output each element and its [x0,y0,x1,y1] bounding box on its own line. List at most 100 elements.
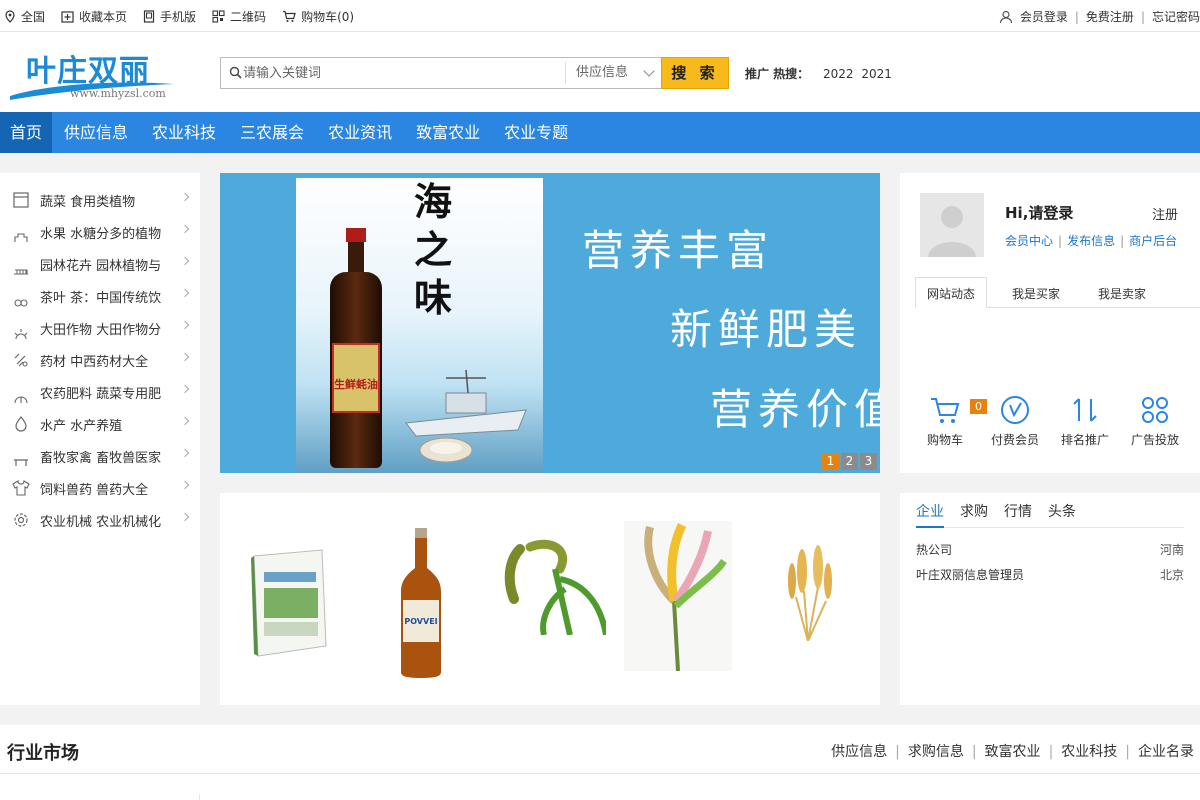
tab-headlines[interactable]: 头条 [1048,501,1076,521]
separator: | [1074,9,1079,24]
tab-purchase[interactable]: 求购 [960,501,988,521]
cart-icon [283,10,296,22]
hot-keyword[interactable]: 2022 [823,67,854,81]
oyster-sauce-bottle: 生鲜蚝油 [326,228,386,470]
book-product-image[interactable] [250,548,330,658]
tab-market-price[interactable]: 行情 [1004,501,1032,521]
nav-item-news[interactable]: 农业资讯 [316,112,404,153]
search-category-select[interactable]: 供应信息 [565,62,661,84]
bookmark-link[interactable]: 收藏本页 [61,8,127,25]
merchant-backend-link[interactable]: 商户后台 [1129,234,1177,248]
chevron-right-icon [180,192,190,202]
tool-vip[interactable]: 付费会员 [980,395,1050,448]
category-item-flowers[interactable]: 园林花卉 园林植物与 [0,247,200,279]
banner-line-3: 营养价值 [710,385,880,434]
user-icon [999,10,1012,23]
shirt-icon [12,480,30,496]
category-label: 水产 水产养殖 [40,419,123,434]
tool-ads[interactable]: 广告投放 [1120,395,1190,448]
banner-calligraphy: 海之味 [414,179,453,320]
category-item-machinery[interactable]: 农业机械 农业机械化 [0,503,200,535]
vip-icon [1001,396,1029,424]
category-item-aquatic[interactable]: 水产 水产养殖 [0,407,200,439]
gear-icon [14,513,28,527]
category-label: 大田作物 大田作物分 [40,323,162,338]
carousel-dot[interactable]: 3 [860,453,877,470]
category-item-tea[interactable]: 茶叶 茶：中国传统饮 [0,279,200,311]
banner-carousel[interactable]: 生鲜蚝油 海之味 营养丰富 新鲜肥美 营养价值 1 2 3 [220,173,880,473]
wheat-product-image[interactable] [768,541,848,641]
chevron-right-icon [180,256,190,266]
list-item[interactable]: 叶庄双丽信息管理员 北京 [916,566,1184,583]
flower-icon [14,269,28,275]
category-item-fruits[interactable]: 水果 水糖分多的植物 [0,215,200,247]
location-link[interactable]: 全国 [4,8,45,25]
millet-product-image[interactable] [500,539,606,635]
category-item-feed[interactable]: 饲料兽药 兽药大全 [0,471,200,503]
category-item-field-crops[interactable]: 大田作物 大田作物分 [0,311,200,343]
separator: | [971,744,977,760]
nav-item-agri-tech[interactable]: 农业科技 [140,112,228,153]
list-item[interactable]: 热公司 河南 [916,541,1184,558]
avatar-placeholder-icon [928,206,976,257]
site-logo[interactable]: 叶庄双丽 www.mhyzsl.com [8,44,178,104]
login-greeting[interactable]: Hi,请登录 [1005,202,1073,223]
chevron-right-icon [180,224,190,234]
bookmark-label: 收藏本页 [79,10,128,24]
category-label: 园林花卉 园林植物与 [40,259,162,274]
category-item-fertilizer[interactable]: 农药肥料 蔬菜专用肥 [0,375,200,407]
category-item-herbs[interactable]: 药材 中西药材大全 [0,343,200,375]
dried-flowers-product-image[interactable] [624,521,732,672]
divider [916,527,1184,528]
market-link-purchase[interactable]: 求购信息 [908,744,964,760]
carousel-dot[interactable]: 2 [841,453,858,470]
market-link-supply[interactable]: 供应信息 [831,744,887,760]
avatar[interactable] [920,193,984,257]
chevron-right-icon [180,512,190,522]
member-center-link[interactable]: 会员中心 [1005,234,1053,248]
carousel-dot[interactable]: 1 [822,453,839,470]
search-button[interactable]: 搜 索 [661,57,729,89]
tool-rank[interactable]: 排名推广 [1050,395,1120,448]
hot-search: 推广 热搜： 2022 2021 [745,65,892,82]
mobile-link[interactable]: 手机版 [143,8,196,25]
category-item-vegetables[interactable]: 蔬菜 食用类植物 [0,183,200,215]
water-drop-icon [15,416,27,432]
logo-url: www.mhyzsl.com [70,87,166,100]
company-name: 叶庄双丽信息管理员 [916,568,1025,582]
tab-companies[interactable]: 企业 [916,501,944,521]
market-link-wealth[interactable]: 致富农业 [985,744,1041,760]
tab-buyer[interactable]: 我是买家 [1012,285,1060,302]
nav-item-topics[interactable]: 农业专题 [492,112,580,153]
nav-item-supply[interactable]: 供应信息 [52,112,140,153]
tab-site-news[interactable]: 网站动态 [915,277,988,308]
banner-line-2: 新鲜肥美 [670,305,863,354]
ads-icon [1142,397,1168,423]
market-link-directory[interactable]: 企业名录 [1138,744,1194,760]
user-links: 会员中心 | 发布信息 | 商户后台 [1005,232,1177,249]
hot-keyword[interactable]: 2021 [861,67,892,81]
banner-product-image: 生鲜蚝油 海之味 [296,178,543,473]
search-input[interactable] [243,61,573,85]
chevron-right-icon [180,448,190,458]
nav-item-home[interactable]: 首页 [0,112,53,153]
bookmark-icon [61,11,74,23]
category-label: 农药肥料 蔬菜专用肥 [40,387,162,402]
cart-link[interactable]: 购物车(0) [282,8,354,25]
bottle-product-image[interactable]: POVVEI [398,528,444,678]
carousel-indicators: 1 2 3 [822,453,877,470]
publish-link[interactable]: 发布信息 [1067,234,1115,248]
forgot-password-link[interactable]: 忘记密码 [1152,8,1200,25]
tea-icon [14,299,28,307]
divider [0,773,1200,774]
market-link-agri-tech[interactable]: 农业科技 [1061,744,1117,760]
login-link[interactable]: 会员登录 [1020,8,1068,25]
register-link[interactable]: 免费注册 [1086,8,1134,25]
qrcode-link[interactable]: 二维码 [212,8,266,25]
divider [199,794,200,800]
nav-item-wealth[interactable]: 致富农业 [404,112,492,153]
register-link[interactable]: 注册 [1152,204,1178,223]
nav-item-expo[interactable]: 三农展会 [228,112,316,153]
tab-seller[interactable]: 我是卖家 [1098,285,1146,302]
category-item-livestock[interactable]: 畜牧家禽 畜牧兽医家 [0,439,200,471]
